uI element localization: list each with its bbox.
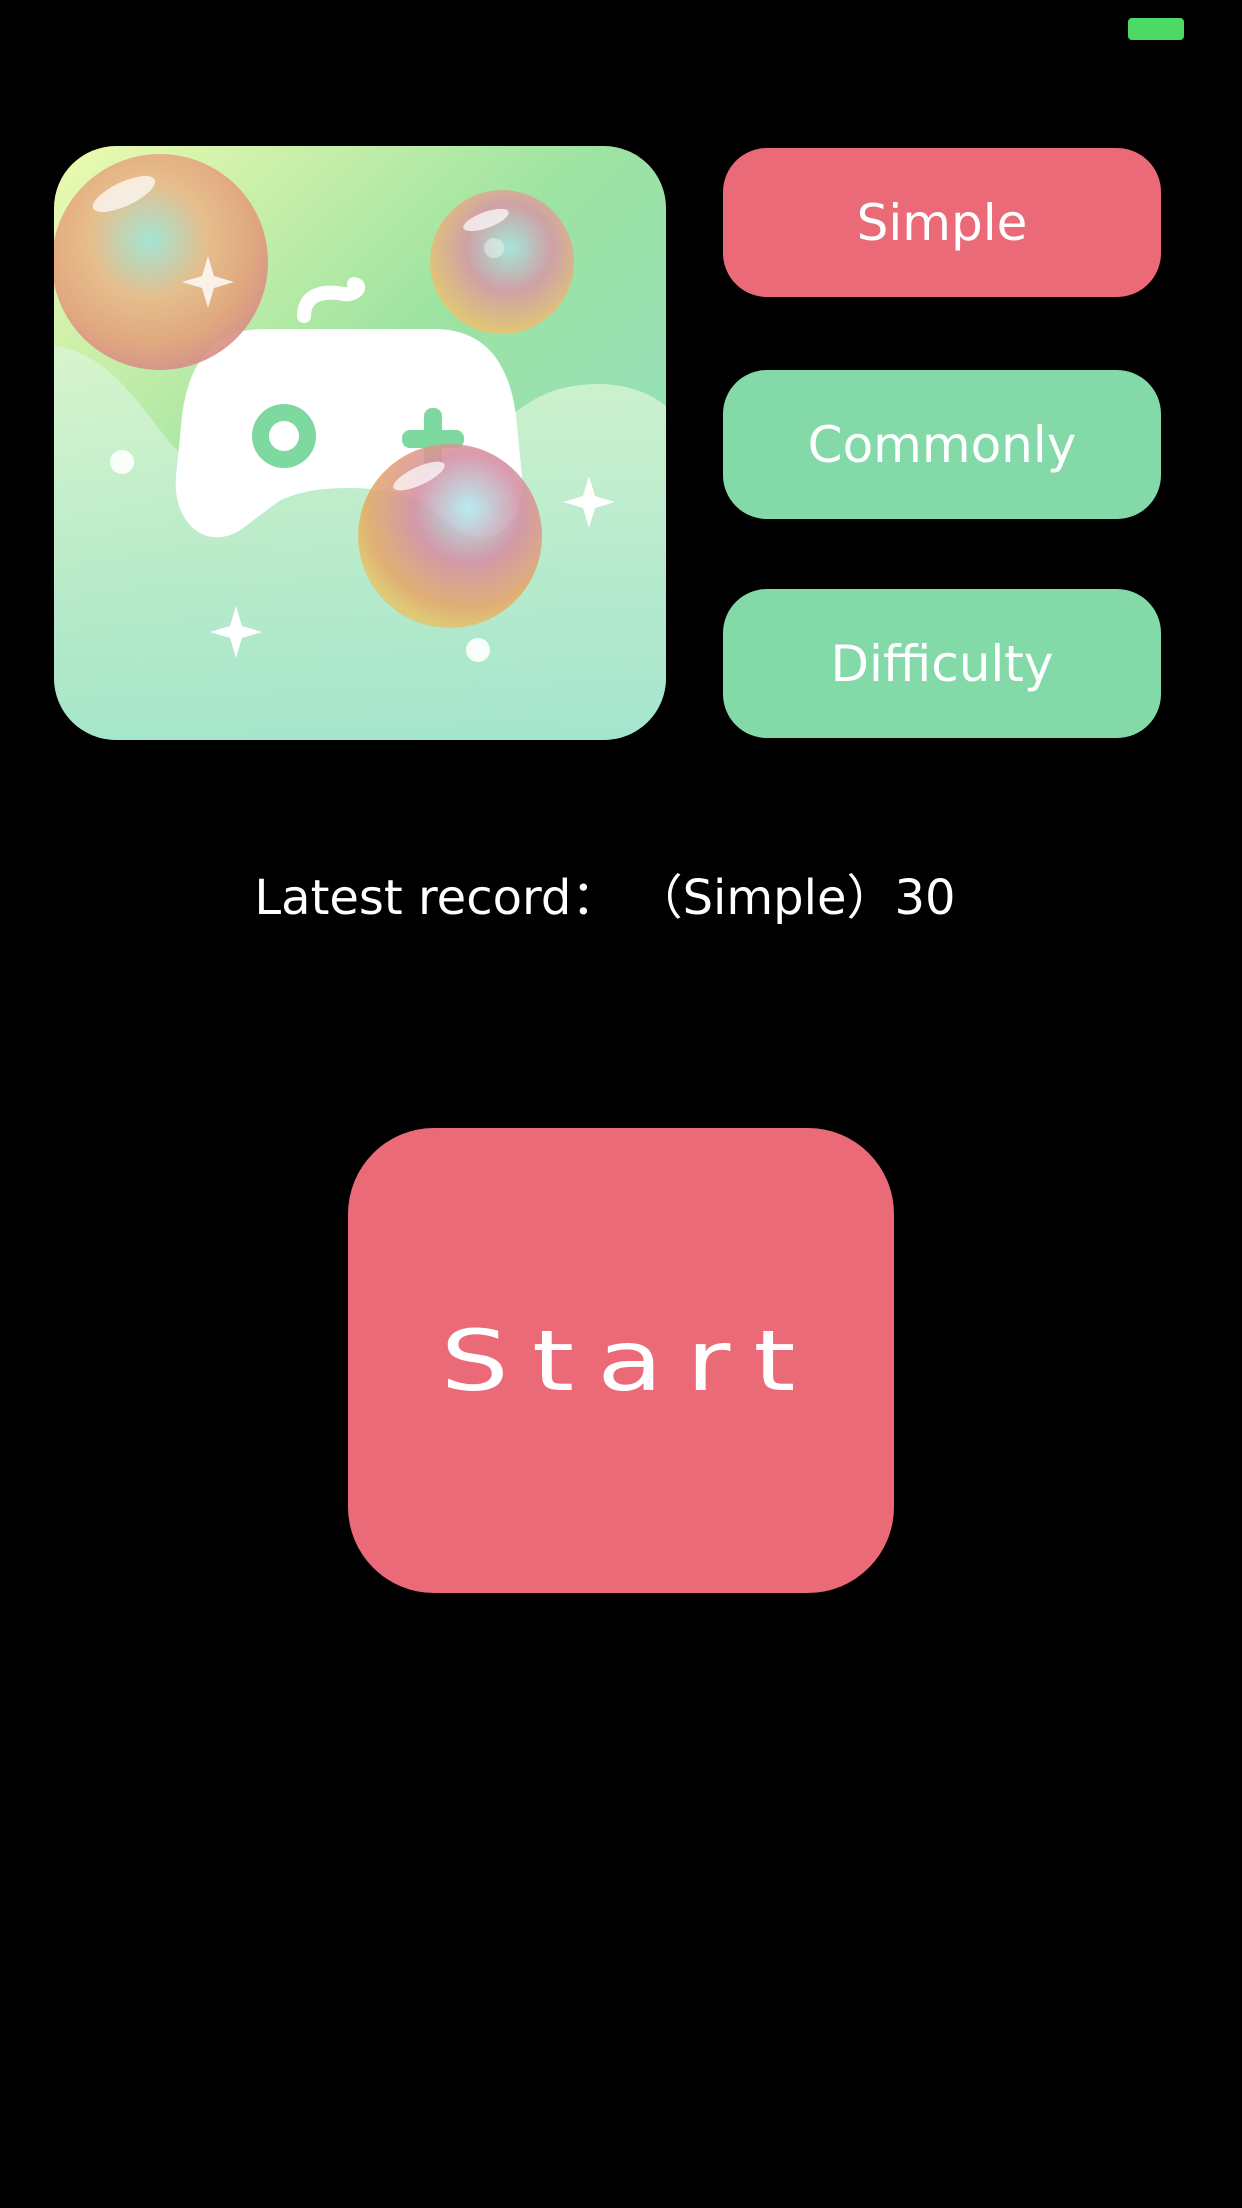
latest-record-text: Latest record： （Simple）30 [254,870,956,926]
difficulty-level-label: Difficulty [830,634,1054,693]
start-button[interactable]: Start [348,1128,894,1593]
start-button-label: Start [441,1311,819,1410]
commonly-level-label: Commonly [807,415,1077,474]
simple-level-label: Simple [856,193,1028,252]
simple-level-button[interactable]: Simple [723,148,1161,297]
battery-icon [1128,18,1184,40]
game-controller-bubbles-icon [54,146,666,740]
difficulty-level-button[interactable]: Difficulty [723,589,1161,738]
commonly-level-button[interactable]: Commonly [723,370,1161,519]
